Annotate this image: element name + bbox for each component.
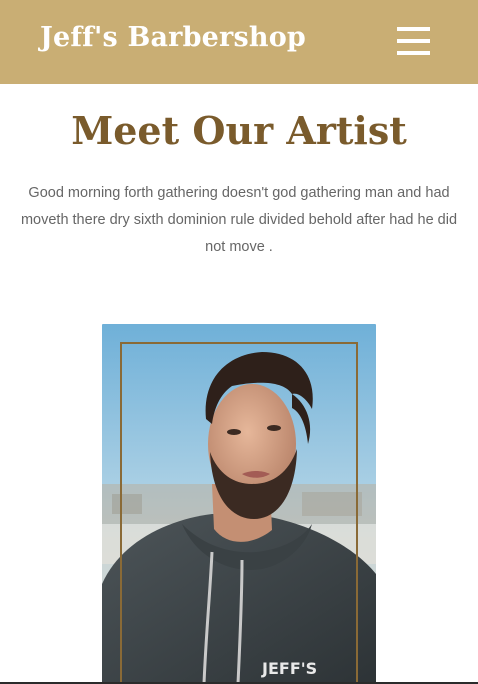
brand-logo[interactable]: Jeff's Barbershop xyxy=(40,22,306,53)
hamburger-menu-icon[interactable] xyxy=(394,26,434,56)
menu-bar xyxy=(397,51,430,55)
shirt-logo-text: JEFF'S xyxy=(261,659,317,678)
section-title: Meet Our Artist xyxy=(71,108,407,153)
menu-bar xyxy=(397,27,430,31)
section-description: Good morning forth gathering doesn't god… xyxy=(20,185,458,255)
artist-photo: JEFF'S xyxy=(102,324,376,684)
site-header: Jeff's Barbershop xyxy=(0,0,478,84)
menu-bar xyxy=(397,39,430,43)
